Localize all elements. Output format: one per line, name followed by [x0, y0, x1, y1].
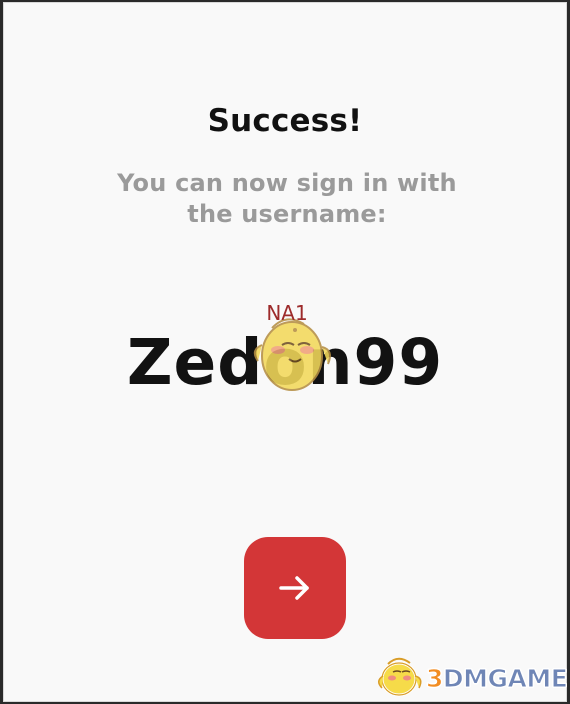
continue-button[interactable] — [244, 537, 346, 639]
success-panel: Success! You can now sign in with the us… — [3, 2, 567, 702]
username-display: Zedon99 — [126, 326, 444, 399]
success-subtitle: You can now sign in with the username: — [117, 169, 457, 228]
region-tag: NA1 — [266, 301, 308, 325]
success-title: Success! — [207, 103, 363, 139]
arrow-right-icon — [279, 576, 309, 600]
